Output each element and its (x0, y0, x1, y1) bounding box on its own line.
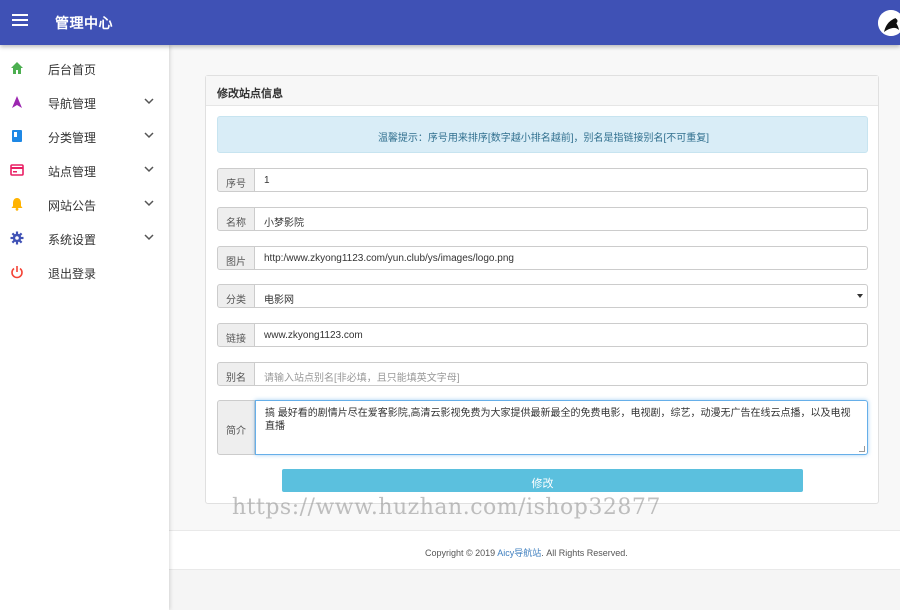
category-row: 分类 电影网 (217, 284, 868, 308)
notice-text: 温馨提示：序号用来排序[数字越小排名越前]，别名是指链接别名[不可重复] (377, 133, 710, 144)
link-label-addon: 链接 (217, 323, 255, 347)
top-bar: 管理中心 (0, 0, 900, 45)
image-url-value: http:/www.zkyong1123.com/yun.club/ys/ima… (264, 253, 514, 264)
copyright-prefix: Copyright © 2019 (425, 548, 498, 558)
alias-label: 别名 (226, 373, 246, 384)
submit-label: 修改 (531, 478, 554, 490)
sidebar-item-label: 站点管理 (48, 165, 97, 179)
alias-placeholder: 请输入站点别名[非必填，且只能填英文字母] (264, 373, 460, 384)
chevron-down-icon (144, 234, 154, 241)
intro-textarea[interactable]: 搞 最好看的剧情片尽在爱客影院,高清云影视免费为大家提供最新最全的免费电影，电视… (255, 400, 868, 455)
chevron-down-icon (144, 98, 154, 105)
user-avatar[interactable] (878, 10, 900, 36)
panel-header: 修改站点信息 (206, 76, 878, 106)
name-row: 名称 小梦影院 (217, 207, 868, 231)
link-value: www.zkyong1123.com (264, 330, 363, 341)
sidebar-item-dashboard[interactable]: 后台首页 (0, 53, 169, 83)
copyright-suffix: . All Rights Reserved. (541, 548, 628, 558)
name-label: 名称 (226, 218, 246, 229)
sidebar-item-logout[interactable]: 退出登录 (0, 257, 169, 287)
resize-grip-icon[interactable] (859, 446, 865, 452)
alias-input[interactable]: 请输入站点别名[非必填，且只能填英文字母] (255, 362, 868, 386)
sidebar-item-label: 分类管理 (48, 131, 97, 145)
edit-site-panel: 修改站点信息 温馨提示：序号用来排序[数字越小排名越前]，别名是指链接别名[不可… (205, 75, 879, 504)
sidebar-item-label: 网站公告 (48, 199, 97, 213)
category-value: 电影网 (264, 295, 294, 306)
chevron-down-icon (144, 132, 154, 139)
name-label-addon: 名称 (217, 207, 255, 231)
intro-label: 简介 (226, 426, 246, 437)
image-url-input[interactable]: http:/www.zkyong1123.com/yun.club/ys/ima… (255, 246, 868, 270)
bell-icon (11, 198, 23, 211)
site-card-icon (10, 164, 24, 176)
name-input[interactable]: 小梦影院 (255, 207, 868, 231)
category-label: 分类 (226, 295, 246, 306)
gear-icon (10, 231, 24, 245)
alias-label-addon: 别名 (217, 362, 255, 386)
footer: Copyright © 2019 Aicy导航站. All Rights Res… (169, 530, 900, 570)
order-input[interactable]: 1 (255, 168, 868, 192)
book-icon (12, 130, 22, 142)
power-icon (11, 266, 23, 279)
navigation-icon (12, 96, 22, 108)
order-label-addon: 序号 (217, 168, 255, 192)
sidebar-item-categories[interactable]: 分类管理 (0, 121, 169, 151)
sidebar-item-label: 后台首页 (48, 63, 97, 77)
link-label: 链接 (226, 334, 246, 345)
name-value: 小梦影院 (264, 218, 304, 229)
sidebar-item-label: 系统设置 (48, 233, 97, 247)
submit-button[interactable]: 修改 (282, 469, 803, 492)
order-row: 序号 1 (217, 168, 868, 192)
dropdown-caret-icon (857, 294, 863, 298)
intro-value: 搞 最好看的剧情片尽在爱客影院,高清云影视免费为大家提供最新最全的免费电影，电视… (265, 408, 851, 432)
copyright-text: Copyright © 2019 Aicy导航站. All Rights Res… (425, 546, 628, 559)
notice-alert: 温馨提示：序号用来排序[数字越小排名越前]，别名是指链接别名[不可重复] (217, 116, 868, 153)
avatar-image (878, 10, 900, 36)
link-input[interactable]: www.zkyong1123.com (255, 323, 868, 347)
intro-row: 简介 搞 最好看的剧情片尽在爱客影院,高清云影视免费为大家提供最新最全的免费电影… (217, 400, 868, 455)
main-content: 修改站点信息 温馨提示：序号用来排序[数字越小排名越前]，别名是指链接别名[不可… (169, 45, 900, 610)
intro-label-addon: 简介 (217, 400, 255, 455)
sidebar-item-announcements[interactable]: 网站公告 (0, 189, 169, 219)
sidebar-item-settings[interactable]: 系统设置 (0, 223, 169, 253)
sidebar-item-sites[interactable]: 站点管理 (0, 155, 169, 185)
category-label-addon: 分类 (217, 284, 255, 308)
app-title: 管理中心 (55, 15, 113, 31)
chevron-down-icon (144, 166, 154, 173)
sidebar: 后台首页 导航管理 分类管理 站点管理 网站公告 系统设置 退出登录 (0, 45, 169, 610)
order-label: 序号 (226, 179, 246, 190)
sidebar-item-label: 导航管理 (48, 97, 97, 111)
category-select[interactable]: 电影网 (255, 284, 868, 308)
image-row: 图片 http:/www.zkyong1123.com/yun.club/ys/… (217, 246, 868, 270)
sidebar-item-label: 退出登录 (48, 267, 97, 281)
footer-site-link[interactable]: Aicy导航站 (497, 548, 541, 558)
home-icon (11, 62, 23, 74)
content-area: 修改站点信息 温馨提示：序号用来排序[数字越小排名越前]，别名是指链接别名[不可… (169, 45, 900, 530)
order-value: 1 (264, 175, 270, 186)
panel-title: 修改站点信息 (217, 88, 283, 100)
chevron-down-icon (144, 200, 154, 207)
link-row: 链接 www.zkyong1123.com (217, 323, 868, 347)
image-label-addon: 图片 (217, 246, 255, 270)
hamburger-icon[interactable] (12, 14, 28, 28)
sidebar-item-navigation[interactable]: 导航管理 (0, 87, 169, 117)
alias-row: 别名 请输入站点别名[非必填，且只能填英文字母] (217, 362, 868, 386)
image-label: 图片 (226, 257, 246, 268)
